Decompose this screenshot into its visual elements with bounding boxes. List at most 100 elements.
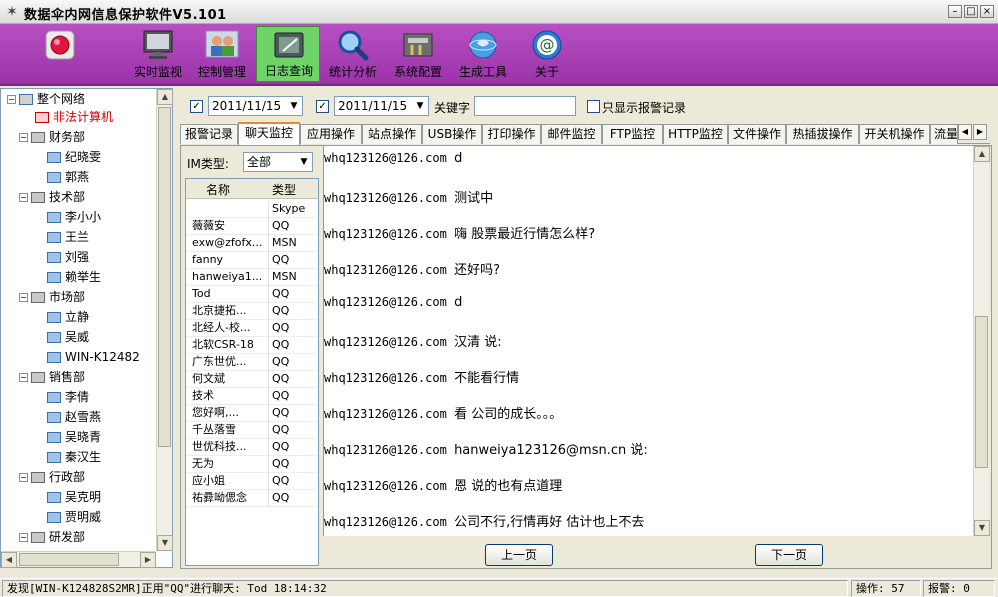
im-contact-row[interactable]: 千丛落雪 QQ [186, 422, 318, 439]
close-button[interactable]: × [980, 5, 994, 18]
department-tree[interactable]: − 整个网络 非法计算机 − 财务部 纪晓雯 郭燕 − 技术部 李小小 王兰 刘强 赖举生 − 市场部立… [0, 88, 173, 568]
scroll-down-icon[interactable]: ▼ [157, 535, 173, 551]
im-contact-row[interactable]: 无为 QQ [186, 456, 318, 473]
im-contact-row[interactable]: hanweiya1... MSN [186, 269, 318, 286]
im-contact-row[interactable]: 祐彛呦偲念 QQ [186, 490, 318, 507]
col-name-header[interactable]: 名称 [206, 181, 230, 198]
im-contact-list[interactable]: 名称 类型 Skype 薇薇安 QQ exw@zfofx... MSN fanny QQ ha… [185, 178, 319, 566]
collapse-icon[interactable]: − [19, 473, 28, 482]
tree-computer[interactable]: 吴克明 [47, 487, 101, 507]
tree-computer[interactable]: 李倩 [47, 387, 89, 407]
im-contact-row[interactable]: 广东世优... QQ [186, 354, 318, 371]
maximize-button[interactable]: □ [964, 5, 978, 18]
tree-computer[interactable]: 刘强 [47, 247, 89, 267]
keyword-input[interactable] [474, 96, 576, 116]
scroll-up-icon[interactable]: ▲ [157, 89, 173, 105]
scroll-thumb[interactable] [19, 553, 119, 566]
tree-computer[interactable]: WIN-K12482 [47, 347, 140, 367]
tree-computer[interactable]: 李小小 [47, 207, 101, 227]
toolbar-system-config[interactable]: 系统配置 [386, 26, 450, 82]
im-contact-row[interactable]: exw@zfofx... MSN [186, 235, 318, 252]
minimize-button[interactable]: – [948, 5, 962, 18]
im-contact-row[interactable]: Tod QQ [186, 286, 318, 303]
tab-file-operations[interactable]: 文件操作 [728, 124, 786, 144]
scroll-down-icon[interactable]: ▼ [974, 520, 990, 536]
tree-computer[interactable]: 吴晓青 [47, 427, 101, 447]
collapse-icon[interactable]: − [7, 95, 16, 104]
collapse-icon[interactable]: − [19, 133, 28, 142]
tree-root[interactable]: − 整个网络 [7, 89, 85, 109]
dropdown-arrow-icon[interactable]: ▼ [296, 153, 312, 171]
tab-chat-monitor[interactable]: 聊天监控 [238, 122, 300, 145]
im-contact-row[interactable]: 技术 QQ [186, 388, 318, 405]
scroll-up-icon[interactable]: ▲ [974, 146, 990, 162]
tab-app-operations[interactable]: 应用操作 [300, 124, 362, 144]
toolbar-realtime-monitor[interactable]: 实时监视 [126, 26, 190, 82]
collapse-icon[interactable]: − [19, 293, 28, 302]
toolbar-about[interactable]: @ 关于 [515, 26, 579, 82]
tree-vertical-scrollbar[interactable]: ▲ ▼ [156, 89, 173, 551]
col-type-header[interactable]: 类型 [272, 181, 296, 198]
im-contact-row[interactable]: 北京捷拓... QQ [186, 303, 318, 320]
im-contact-row[interactable]: 您好啊,... QQ [186, 405, 318, 422]
tree-computer[interactable]: 王兰 [47, 227, 89, 247]
tab-alarm-records[interactable]: 报警记录 [180, 124, 238, 144]
tab-hotplug-operations[interactable]: 热插拔操作 [786, 124, 859, 144]
tree-computer[interactable]: 纪晓雯 [47, 147, 101, 167]
tab-scroll-right-icon[interactable]: ▶ [973, 124, 987, 140]
im-contact-row[interactable]: 何文斌 QQ [186, 371, 318, 388]
tree-computer[interactable]: 秦汉生 [47, 447, 101, 467]
im-contact-row[interactable]: 薇薇安 QQ [186, 218, 318, 235]
tree-department[interactable]: − 研发部 [19, 527, 85, 547]
scroll-left-icon[interactable]: ◀ [1, 552, 17, 568]
toolbar-statistics[interactable]: 统计分析 [321, 26, 385, 82]
tab-mail-monitor[interactable]: 邮件监控 [541, 124, 602, 144]
tree-computer[interactable]: 吴威 [47, 327, 89, 347]
im-contact-row[interactable]: Skype [186, 201, 318, 218]
date-to-checkbox[interactable]: ✓ [316, 100, 329, 113]
im-contact-row[interactable]: 世优科技... QQ [186, 439, 318, 456]
toolbar-control-management[interactable]: 控制管理 [190, 26, 254, 82]
im-contact-row[interactable]: 北软CSR-18 QQ [186, 337, 318, 354]
dropdown-arrow-icon[interactable]: ▼ [412, 97, 428, 115]
dropdown-arrow-icon[interactable]: ▼ [286, 97, 302, 115]
tree-computer[interactable]: 赵雪燕 [47, 407, 101, 427]
tree-computer[interactable]: 立静 [47, 307, 89, 327]
tab-http-monitor[interactable]: HTTP监控 [663, 124, 728, 144]
toolbar-log-query[interactable]: 日志查询 [256, 26, 320, 82]
tree-department[interactable]: − 行政部 [19, 467, 85, 487]
tab-site-operations[interactable]: 站点操作 [362, 124, 422, 144]
date-to-picker[interactable]: 2011/11/15 ▼ [334, 96, 429, 116]
toolbar-generate-tools[interactable]: 生成工具 [451, 26, 515, 82]
scroll-right-icon[interactable]: ▶ [140, 552, 156, 568]
scroll-thumb[interactable] [158, 107, 171, 447]
tab-scroll-left-icon[interactable]: ◀ [958, 124, 972, 140]
only-alarm-checkbox[interactable] [587, 100, 600, 113]
next-page-button[interactable]: 下一页 [755, 544, 823, 566]
tree-computer[interactable]: 赖举生 [47, 267, 101, 287]
date-from-picker[interactable]: 2011/11/15 ▼ [208, 96, 303, 116]
tree-department[interactable]: − 销售部 [19, 367, 85, 387]
tab-traffic[interactable]: 流量 [930, 124, 958, 144]
date-from-checkbox[interactable]: ✓ [190, 100, 203, 113]
collapse-icon[interactable]: − [19, 373, 28, 382]
scroll-thumb[interactable] [975, 316, 988, 468]
tree-illegal-computers[interactable]: 非法计算机 [35, 107, 113, 127]
collapse-icon[interactable]: − [19, 193, 28, 202]
im-contact-row[interactable]: 北经人-校... QQ [186, 320, 318, 337]
tree-computer[interactable]: 贾明威 [47, 507, 101, 527]
collapse-icon[interactable]: − [19, 533, 28, 542]
tab-ftp-monitor[interactable]: FTP监控 [602, 124, 663, 144]
tab-power-operations[interactable]: 开关机操作 [859, 124, 930, 144]
tree-department[interactable]: − 市场部 [19, 287, 85, 307]
im-contact-row[interactable]: 应小姐 QQ [186, 473, 318, 490]
im-contact-row[interactable]: fanny QQ [186, 252, 318, 269]
im-type-select[interactable]: 全部 ▼ [243, 152, 313, 172]
prev-page-button[interactable]: 上一页 [485, 544, 553, 566]
tree-horizontal-scrollbar[interactable]: ◀ ▶ [1, 551, 156, 568]
chat-vertical-scrollbar[interactable]: ▲ ▼ [973, 146, 990, 536]
tab-print-operations[interactable]: 打印操作 [482, 124, 541, 144]
tab-usb-operations[interactable]: USB操作 [422, 124, 482, 144]
record-button[interactable] [28, 26, 92, 82]
tree-department[interactable]: − 技术部 [19, 187, 85, 207]
